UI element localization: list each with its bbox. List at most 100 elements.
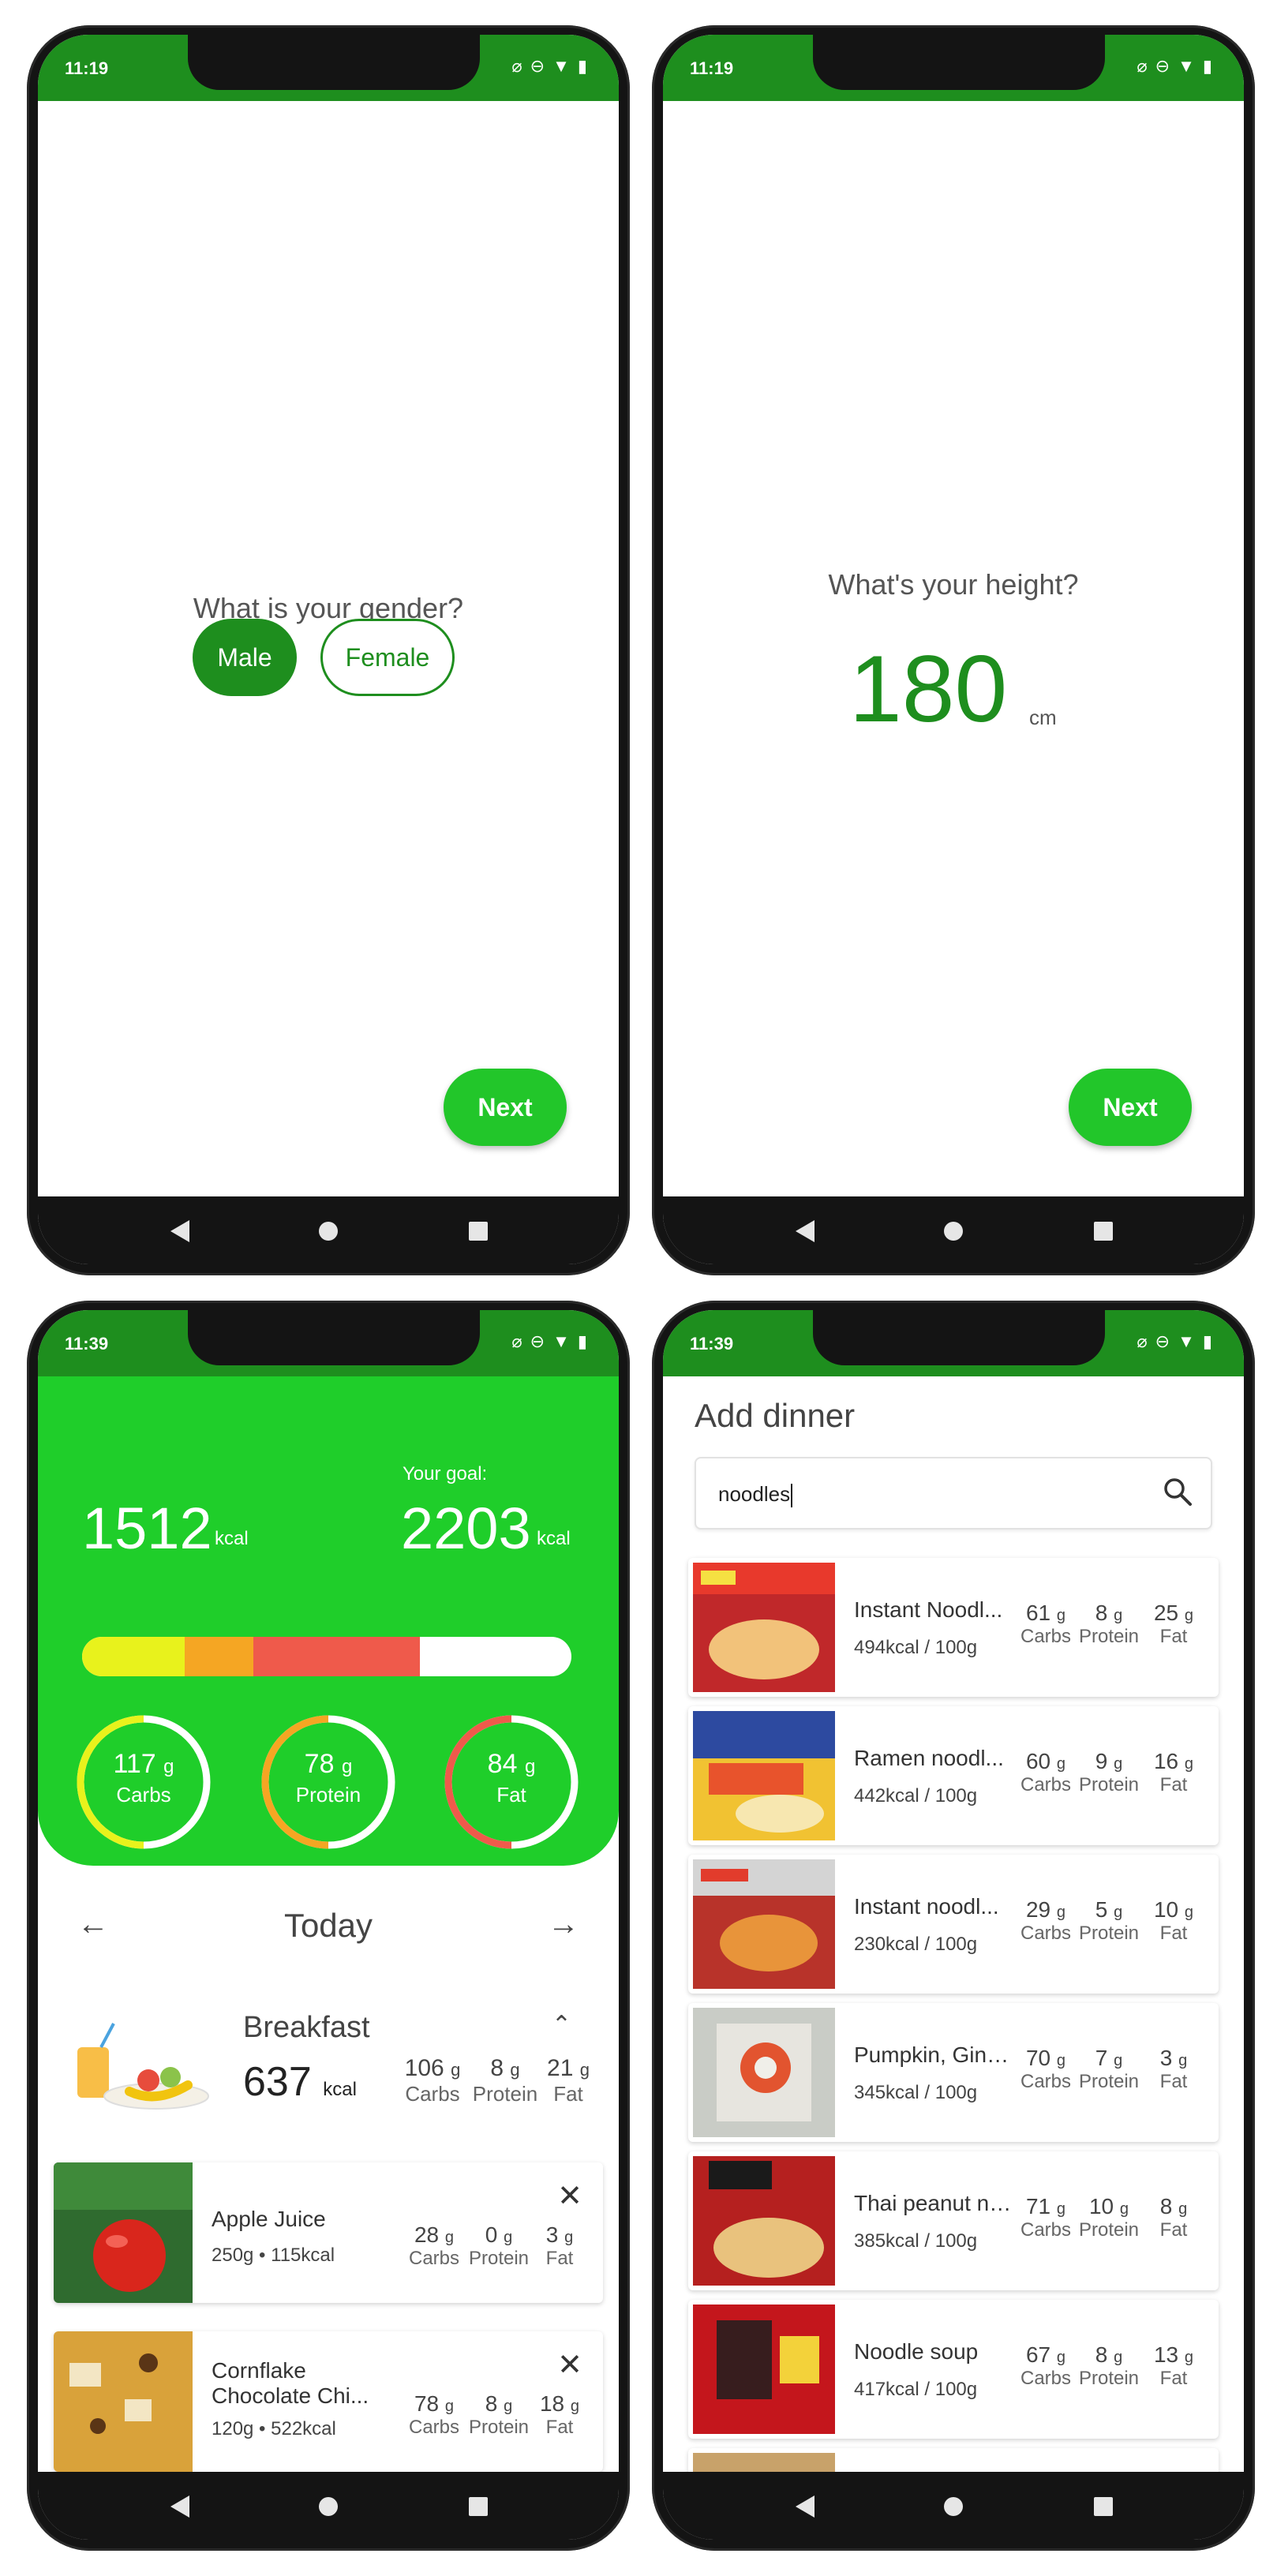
food-fat-value: 18 <box>539 2391 565 2416</box>
result-protein-unit: g <box>1114 2349 1123 2366</box>
close-icon[interactable]: ✕ <box>557 2178 582 2214</box>
status-time: 11:19 <box>690 58 734 78</box>
result-protein-label: Protein <box>1078 2368 1140 2389</box>
search-icon[interactable] <box>1162 1476 1193 1507</box>
fat-unit: g <box>524 1756 536 1777</box>
phone-height: 11:19 ⌀ ⊖ ▼ ▮ What's your height? 180 cm… <box>652 25 1255 1275</box>
result-fat-unit: g <box>1184 2349 1194 2366</box>
result-carbs-value: 60 <box>1025 1749 1051 1773</box>
next-button[interactable]: Next <box>444 1069 567 1146</box>
result-carbs: 60 g Carbs <box>1020 1749 1072 1796</box>
food-item[interactable]: Apple Juice 250g • 115kcal ✕ 28 g Carbs … <box>54 2162 603 2303</box>
back-icon[interactable] <box>796 2496 815 2518</box>
result-carbs-label: Carbs <box>1020 1923 1072 1944</box>
result-fat-value: 16 <box>1153 1749 1179 1773</box>
goal-label: Your goal: <box>403 1463 488 1485</box>
status-time: 11:19 <box>65 58 109 78</box>
result-protein-value: 9 <box>1095 1749 1108 1773</box>
result-item[interactable]: Noodle soup 417kcal / 100g 67 g Carbs 8 … <box>688 2300 1219 2439</box>
screen-height: 11:19 ⌀ ⊖ ▼ ▮ What's your height? 180 cm… <box>663 35 1244 1264</box>
result-fat-unit: g <box>1184 1904 1194 1921</box>
result-item[interactable]: Ramen noodl... 442kcal / 100g 60 g Carbs… <box>688 1706 1219 1845</box>
result-item[interactable]: Instant Noodl... 494kcal / 100g 61 g Car… <box>688 1558 1219 1697</box>
result-kcal: 345kcal / 100g <box>854 2082 978 2103</box>
search-input[interactable]: noodles <box>695 1457 1212 1530</box>
female-button[interactable]: Female <box>320 619 455 696</box>
food-item[interactable]: Cornflake Chocolate Chi... 120g • 522kca… <box>54 2331 603 2472</box>
result-protein-value: 7 <box>1095 2046 1108 2070</box>
meal-kcal-value: 637 <box>243 2059 312 2105</box>
wifi-icon: ▼ <box>552 56 570 76</box>
breakfast-card[interactable]: Breakfast 637 kcal ⌃ 106 g Carbs 8 g Pro… <box>54 1987 603 2129</box>
meal-kcal-unit: kcal <box>323 2079 357 2100</box>
result-fat-label: Fat <box>1159 1923 1188 1944</box>
food-fat: 18 g Fat <box>535 2391 584 2439</box>
day-selector: ← Today → <box>38 1878 619 1973</box>
result-item[interactable]: Pumpkin, Ging... 345kcal / 100g 70 g Car… <box>688 2003 1219 2142</box>
result-kcal: 230kcal / 100g <box>854 1934 978 1955</box>
food-fat-label: Fat <box>545 2417 574 2438</box>
chevron-up-icon[interactable]: ⌃ <box>552 2011 571 2039</box>
home-icon[interactable] <box>319 1222 338 1241</box>
close-icon[interactable]: ✕ <box>557 2347 582 2383</box>
goal-unit: kcal <box>537 1528 571 1549</box>
battery-icon: ▮ <box>577 56 587 76</box>
food-protein-value: 0 <box>485 2222 498 2247</box>
progress-carbs <box>82 1637 185 1676</box>
camera-notch <box>813 1310 1105 1365</box>
calorie-progress-bar <box>82 1637 571 1676</box>
result-protein-value: 8 <box>1095 2342 1108 2367</box>
notification-off-icon: ⌀ <box>1137 56 1148 76</box>
result-fat-label: Fat <box>1159 2071 1188 2092</box>
back-icon[interactable] <box>796 1220 815 1242</box>
result-carbs-unit: g <box>1056 1607 1066 1624</box>
food-fat-unit: g <box>564 2229 574 2246</box>
male-button[interactable]: Male <box>193 619 297 696</box>
result-carbs-unit: g <box>1056 2200 1066 2218</box>
search-query[interactable]: noodles <box>718 1482 793 1508</box>
status-icons: ⌀ ⊖ ▼ ▮ <box>1137 55 1212 77</box>
food-protein-label: Protein <box>468 2417 530 2438</box>
result-thumbnail <box>693 2156 835 2286</box>
status-icons: ⌀ ⊖ ▼ ▮ <box>1137 1331 1212 1353</box>
recents-icon[interactable] <box>469 2497 488 2516</box>
result-carbs-unit: g <box>1056 2349 1066 2366</box>
battery-icon: ▮ <box>1202 1331 1212 1351</box>
result-item[interactable]: Thai peanut no... 385kcal / 100g 71 g Ca… <box>688 2151 1219 2290</box>
result-kcal: 494kcal / 100g <box>854 1637 978 1658</box>
recents-icon[interactable] <box>1094 2497 1113 2516</box>
next-button[interactable]: Next <box>1069 1069 1192 1146</box>
meal-protein-label: Protein <box>472 2082 538 2106</box>
carbs-ring: 117 g Carbs <box>74 1713 213 1852</box>
home-icon[interactable] <box>944 1222 963 1241</box>
food-carbs-label: Carbs <box>408 2417 460 2438</box>
result-carbs-value: 29 <box>1025 1897 1051 1922</box>
next-day-arrow-icon[interactable]: → <box>548 1907 579 1942</box>
home-icon[interactable] <box>319 2497 338 2516</box>
food-carbs-unit: g <box>444 2229 455 2246</box>
wifi-icon: ▼ <box>1178 1331 1195 1351</box>
carbs-ring-text: 117 g Carbs <box>74 1749 213 1807</box>
recents-icon[interactable] <box>1094 1222 1113 1241</box>
dnd-icon: ⊖ <box>1155 1331 1170 1351</box>
result-carbs: 71 g Carbs <box>1020 2194 1072 2241</box>
food-carbs-value: 28 <box>414 2222 440 2247</box>
result-item[interactable]: Instant noodl... 230kcal / 100g 29 g Car… <box>688 1855 1219 1994</box>
phone-dashboard: 11:39 ⌀ ⊖ ▼ ▮ Your goal: 1512 kcal 2203 … <box>27 1301 630 2551</box>
back-icon[interactable] <box>170 1220 189 1242</box>
result-name: Thai peanut no... <box>854 2191 1012 2215</box>
result-kcal: 442kcal / 100g <box>854 1785 978 1807</box>
result-carbs: 29 g Carbs <box>1020 1897 1072 1945</box>
result-protein-unit: g <box>1119 2200 1129 2218</box>
height-question: What's your height? <box>828 568 1079 601</box>
food-thumbnail <box>54 2331 193 2472</box>
home-icon[interactable] <box>944 2497 963 2516</box>
battery-icon: ▮ <box>577 1331 587 1351</box>
protein-ring-text: 78 g Protein <box>259 1749 398 1807</box>
result-kcal: 417kcal / 100g <box>854 2379 978 2400</box>
result-name: Noodle soup <box>854 2339 979 2364</box>
phone-gender: 11:19 ⌀ ⊖ ▼ ▮ What is your gender? Male … <box>27 25 630 1275</box>
height-value[interactable]: 180 <box>849 635 1007 743</box>
back-icon[interactable] <box>170 2496 189 2518</box>
recents-icon[interactable] <box>469 1222 488 1241</box>
